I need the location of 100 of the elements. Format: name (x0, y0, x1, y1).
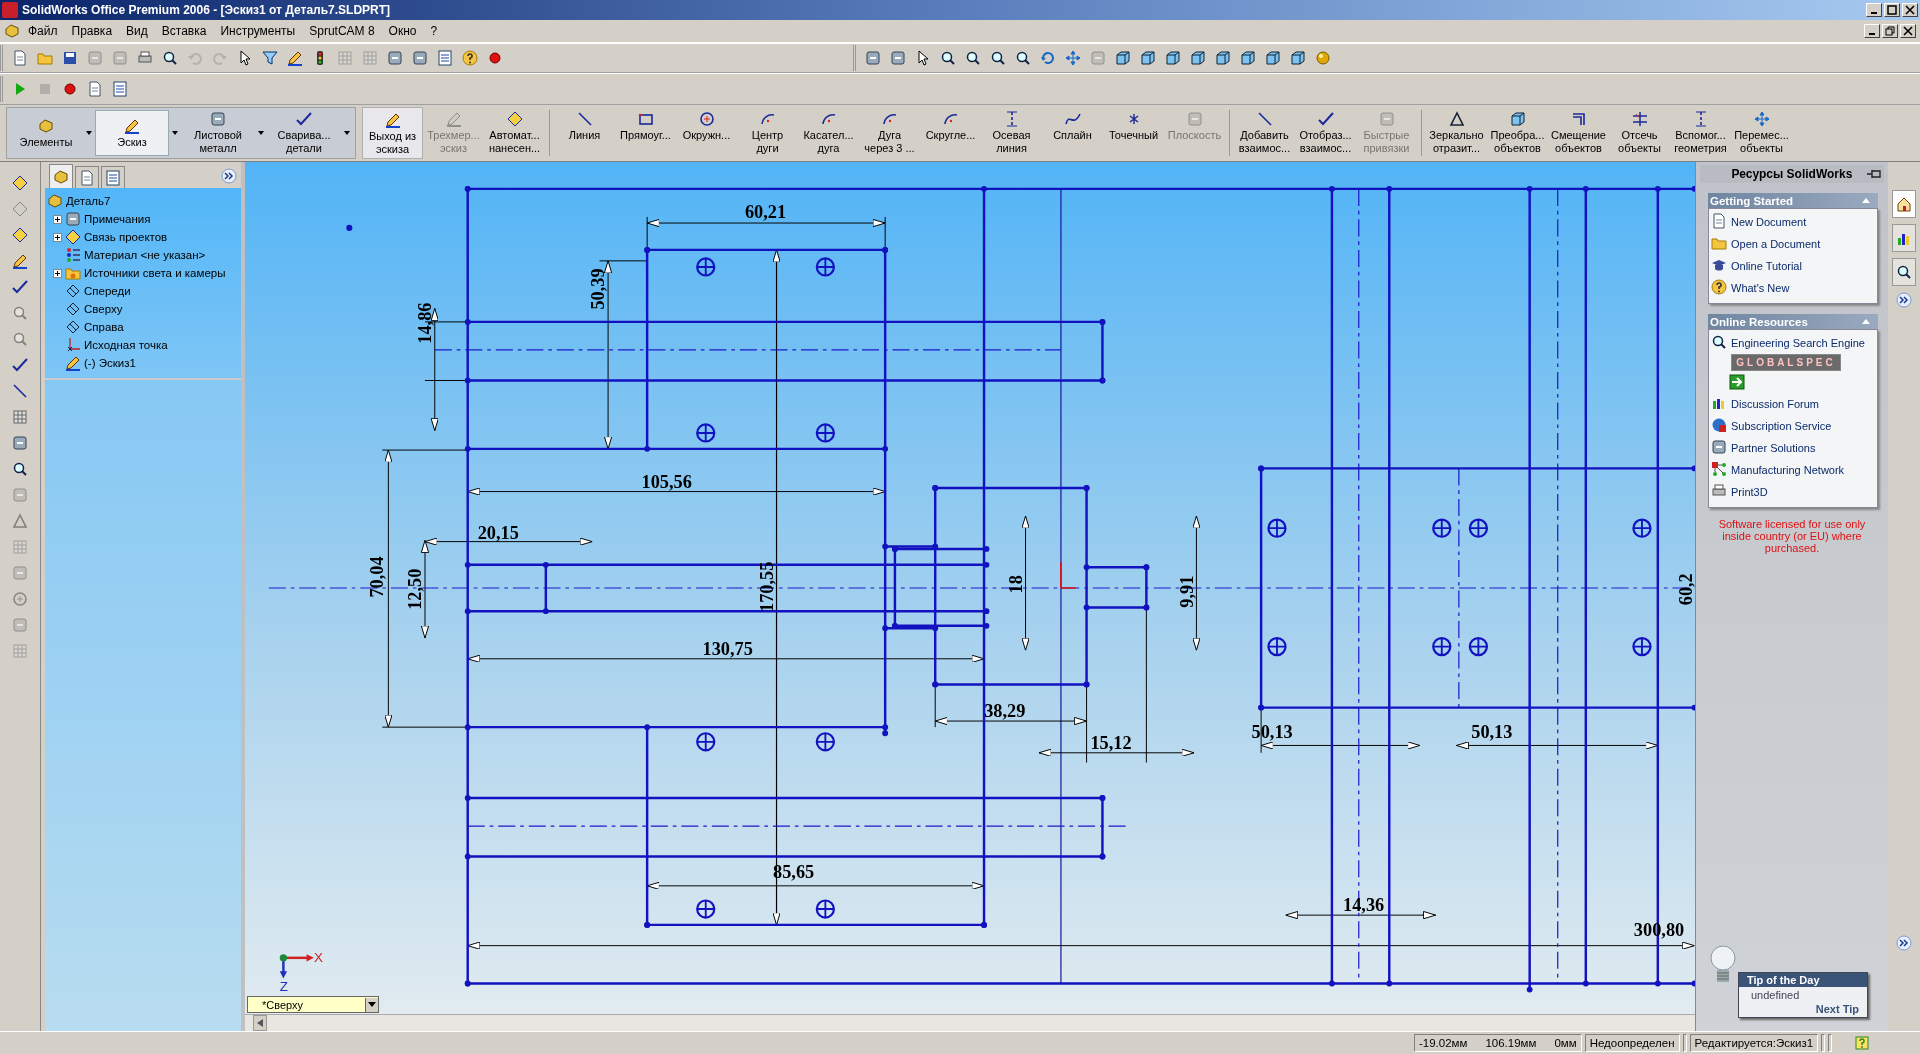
menu-item[interactable]: Инструменты (214, 22, 302, 40)
resource-link[interactable]: Partner Solutions (1731, 442, 1816, 454)
tree-item[interactable]: Материал <не указан> (84, 249, 206, 261)
command-tab[interactable]: Сварива... детали (267, 110, 341, 156)
expand-icon[interactable] (53, 232, 62, 242)
resource-link[interactable]: Engineering Search Engine (1731, 337, 1865, 349)
sketch-tool-button[interactable]: Сплайн (1042, 107, 1103, 159)
menu-item[interactable]: Вставка (155, 22, 213, 40)
resource-link[interactable]: Print3D (1731, 486, 1768, 498)
dimension-label[interactable]: 60,21 (744, 202, 787, 223)
menu-item[interactable]: ? (424, 22, 444, 40)
sketch-tool-button[interactable]: Перемес... объекты (1731, 107, 1792, 159)
dimension-label[interactable]: 130,75 (702, 639, 753, 660)
cube-icon (1509, 111, 1526, 127)
resource-link[interactable]: Subscription Service (1731, 420, 1832, 432)
dimension-label[interactable]: 14,86 (415, 302, 435, 344)
section-header[interactable]: Getting Started (1708, 193, 1878, 208)
dimension-label[interactable]: 170,55 (756, 561, 777, 612)
tree-item[interactable]: Примечания (84, 213, 151, 225)
command-tab[interactable]: Листовой металл (181, 110, 255, 156)
tree-item[interactable]: (-) Эскиз1 (84, 357, 136, 369)
dimension-label[interactable]: 20,15 (477, 523, 519, 544)
chart-icon[interactable] (1892, 224, 1916, 252)
sketch-tool-button[interactable]: Касател... дуга (798, 107, 859, 159)
section-header[interactable]: Online Resources (1708, 314, 1878, 329)
house-icon[interactable] (1892, 190, 1916, 218)
menu-item[interactable]: Вид (120, 22, 154, 40)
menu-item[interactable]: Правка (65, 22, 119, 40)
tree-item[interactable]: Источники света и камеры (84, 267, 226, 279)
dimension-label[interactable]: 38,29 (984, 701, 1026, 722)
sketch-tool-button[interactable]: Смещение объектов (1548, 107, 1609, 159)
chevron-icon[interactable] (221, 168, 237, 184)
tree-item[interactable]: Исходная точка (84, 339, 168, 351)
sketch-tool-button[interactable]: Окружн... (676, 107, 737, 159)
tree-item[interactable]: Спереди (84, 285, 131, 297)
menu-item[interactable]: Файл (22, 22, 64, 40)
command-tab[interactable]: Эскиз (95, 110, 169, 156)
chevron-icon[interactable] (1896, 292, 1912, 308)
sketch-tool-button[interactable]: Добавить взаимос... (1234, 107, 1295, 159)
close-button[interactable] (1900, 24, 1916, 38)
minimize-button[interactable] (1866, 3, 1882, 17)
sketch-tool-button[interactable]: Линия (554, 107, 615, 159)
dimension-label[interactable]: 12,50 (405, 568, 426, 610)
tree-item[interactable]: Деталь7 (66, 195, 111, 207)
panel-tab[interactable] (101, 166, 125, 188)
minimize-button[interactable] (1864, 24, 1880, 38)
resource-link[interactable]: Online Tutorial (1731, 260, 1802, 272)
restore-button[interactable] (1882, 24, 1898, 38)
next-tip-link[interactable]: Next Tip (1739, 1003, 1867, 1017)
dimension-label[interactable]: 18 (1005, 575, 1026, 594)
tree-item[interactable]: Справа (84, 321, 124, 333)
window-title: SolidWorks Office Premium 2006 - [Эскиз1 от Деталь7.SLDPRT] (22, 3, 391, 17)
tree-item[interactable]: Сверху (84, 303, 123, 315)
sketch-tool-button[interactable]: Выход из эскиза (362, 107, 423, 159)
expand-icon[interactable] (53, 214, 62, 224)
sketch-tool-button[interactable]: Зеркально отразит... (1426, 107, 1487, 159)
help-icon[interactable] (1855, 1036, 1870, 1050)
close-button[interactable] (1902, 3, 1918, 17)
sketch-tool-button[interactable]: Отобраз... взаимос... (1295, 107, 1356, 159)
magnifier-icon[interactable] (1892, 258, 1916, 286)
command-tab[interactable]: Элементы (9, 110, 83, 156)
dimension-label[interactable]: 9,91 (1176, 575, 1197, 608)
arrow-icon[interactable] (1729, 374, 1745, 390)
resource-link[interactable]: New Document (1731, 216, 1807, 228)
chevron-icon[interactable] (1896, 935, 1912, 951)
sketch-tool-button[interactable]: Дуга через 3 ... (859, 107, 920, 159)
sketch-tool-button[interactable]: Точечный (1103, 107, 1164, 159)
resource-link[interactable]: What's New (1731, 282, 1790, 294)
dimension-label[interactable]: 70,04 (367, 556, 388, 598)
dimension-label[interactable]: 105,56 (641, 471, 692, 492)
help-icon[interactable] (459, 47, 481, 69)
dimension-label[interactable]: 14,36 (1343, 895, 1385, 916)
sketch-tool-button[interactable]: Центр дуги (737, 107, 798, 159)
caret-icon[interactable] (172, 131, 178, 135)
resource-link[interactable]: Discussion Forum (1731, 398, 1820, 410)
scroll-left-icon[interactable] (253, 1015, 267, 1031)
dimension-label[interactable]: 15,12 (1090, 733, 1132, 753)
sketch-tool-button[interactable]: Отсечь объекты (1609, 107, 1670, 159)
sketch-tool-button[interactable]: Вспомог... геометрия (1670, 107, 1731, 159)
tree-item[interactable]: Связь проектов (84, 231, 168, 243)
caret-icon[interactable] (344, 131, 350, 135)
horizontal-scrollbar[interactable] (245, 1014, 1695, 1031)
menu-item[interactable]: SprutCAM 8 (303, 22, 381, 40)
expand-icon[interactable] (53, 268, 62, 278)
sketch-tool-button[interactable]: Преобра... объектов (1487, 107, 1548, 159)
sketch-tool-button[interactable]: Скругле... (920, 107, 981, 159)
sketch-tool-button[interactable]: Осевая линия (981, 107, 1042, 159)
maximize-button[interactable] (1884, 3, 1900, 17)
panel-tab[interactable] (75, 166, 99, 188)
dimension-label[interactable]: 60,2 (1675, 573, 1695, 606)
caret-icon[interactable] (258, 131, 264, 135)
sketch-tool-button[interactable]: Прямоуг... (615, 107, 676, 159)
menu-item[interactable]: Окно (382, 22, 423, 40)
dimension-label[interactable]: 50,13 (1471, 722, 1513, 743)
view-dropdown[interactable]: *Сверху (247, 996, 379, 1013)
panel-tab[interactable] (49, 164, 73, 188)
sketch-tool-button[interactable]: Автомат... нанесен... (484, 107, 545, 159)
dimension-label[interactable]: 50,39 (588, 268, 609, 310)
resource-link[interactable]: Open a Document (1731, 238, 1821, 250)
resource-link[interactable]: Manufacturing Network (1731, 464, 1845, 476)
